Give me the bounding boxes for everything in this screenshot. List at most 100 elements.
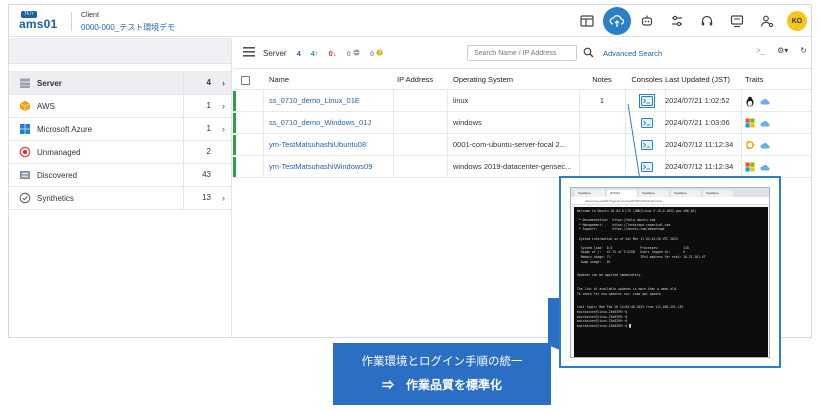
unknown-count-badge[interactable]: 0 ? (370, 49, 383, 58)
select-all-checkbox[interactable] (241, 69, 250, 91)
up-count-badge[interactable]: 4↑ (311, 49, 319, 58)
sidebar-item-server[interactable]: Server 4 › (9, 72, 231, 95)
gear-icon[interactable]: ⚙▾ (777, 46, 788, 55)
traits (745, 134, 805, 156)
server-name-link[interactable]: ss_0710_demo_Windows_01J (269, 112, 395, 134)
browser-tab-strip: Opsflame NTMA1 Opsflame Opsflame Opsflam… (571, 188, 769, 197)
column-header-ip[interactable]: IP Address (397, 69, 445, 91)
browser-tab-active[interactable]: NTMA1 (607, 190, 637, 197)
global-nav: KO (571, 7, 807, 35)
traits (745, 156, 805, 178)
avatar[interactable]: KO (787, 11, 807, 31)
app-logo[interactable]: ｱﾙﾌｧ ams01 (17, 11, 69, 33)
server-name-link[interactable]: ym-TestMatsuhashiWindows09 (269, 156, 395, 178)
client-name[interactable]: 0000-000_テスト環境デモ (81, 22, 175, 33)
toolbar-actions: >_ ⚙▾ ↻ (744, 46, 807, 55)
last-updated: 2024/07/21 1:02:52 (665, 96, 730, 105)
console-icon (641, 140, 653, 151)
sidebar-item-discovered[interactable]: Discovered 43 (9, 164, 231, 187)
traits (745, 90, 805, 112)
status-indicator (233, 135, 236, 155)
console-button[interactable] (626, 112, 668, 134)
table-header: Name IP Address Operating System Notes C… (233, 68, 811, 91)
down-count-badge[interactable]: 0↓ (329, 49, 337, 58)
layout-icon[interactable] (573, 7, 601, 35)
cloud-icon (760, 164, 770, 171)
disabled-icon (353, 49, 360, 55)
server-name-link[interactable]: ym-TestMatsuhashiUbuntu08 (269, 134, 395, 156)
cloud-icon (760, 142, 770, 149)
sidebar-item-count: 43 (183, 164, 213, 186)
toolbar-title: Server (263, 48, 287, 58)
notes-count[interactable] (579, 134, 625, 156)
column-header-notes[interactable]: Notes (579, 69, 625, 91)
console-button[interactable] (626, 90, 668, 112)
sliders-icon[interactable] (663, 7, 691, 35)
browser-tab[interactable]: Opsflame (639, 190, 669, 197)
sidebar-item-unmanaged[interactable]: Unmanaged 2 (9, 141, 231, 164)
terminal-icon[interactable]: >_ (756, 46, 765, 55)
disabled-count-badge[interactable]: 0 (347, 49, 360, 58)
caption-banner: 作業環境とログイン手順の統一 ⇒ 作業品質を標準化 (333, 343, 551, 405)
refresh-icon[interactable]: ↻ (800, 46, 807, 55)
table-row[interactable]: ss_0710_demo_Windows_01J windows 2024/07… (233, 112, 811, 134)
cloud-icon (760, 120, 770, 127)
disabled-count: 0 (346, 48, 351, 58)
console-button[interactable] (626, 134, 668, 156)
unmanaged-icon (19, 146, 31, 158)
cloud-icon (760, 98, 770, 105)
table-row[interactable]: ym-TestMatsuhashiWindows09 windows 2019-… (233, 156, 811, 178)
sidebar-item-microsoft-azure[interactable]: Microsoft Azure 1 › (9, 118, 231, 141)
discovered-icon (19, 169, 31, 181)
console-popup: Opsflame NTMA1 Opsflame Opsflame Opsflam… (559, 176, 781, 368)
ip-address (397, 156, 445, 178)
banner-line-2: ⇒ 作業品質を標準化 (381, 378, 502, 392)
column-header-updated[interactable]: Last Updated (JST) (665, 69, 745, 91)
cloud-upload-icon[interactable] (603, 7, 631, 35)
windows-icon (745, 162, 755, 172)
advanced-search-link[interactable]: Advanced Search (603, 49, 662, 58)
sidebar-item-count: 2 (183, 141, 213, 163)
notes-count[interactable]: 1 (579, 90, 625, 112)
chevron-right-icon[interactable]: › (222, 95, 225, 117)
linux-icon (746, 96, 754, 107)
browser-tab[interactable]: Opsflame (703, 190, 733, 197)
status-indicator (233, 91, 236, 111)
client-label: Client (81, 12, 99, 19)
chevron-right-icon[interactable]: › (222, 118, 225, 140)
search-input[interactable] (467, 45, 577, 61)
browser-tab[interactable]: Opsflame (671, 190, 701, 197)
notes-count[interactable] (579, 112, 625, 134)
total-count-badge[interactable]: 4 (297, 49, 301, 58)
table-row[interactable]: ss_0710_demo_Linux_01E linux 1 2024/07/2… (233, 90, 811, 112)
terminal-output[interactable]: Welcome to Ubuntu 20.04.6 LTS (GNU/Linux… (574, 207, 768, 357)
chevron-right-icon[interactable]: › (222, 187, 225, 209)
notes-count[interactable] (579, 156, 625, 178)
sidebar-item-count: 13 (183, 187, 213, 209)
console-button[interactable] (626, 156, 668, 178)
toolbar: Server 4 4↑ 0↓ 0 0 ? Advanced Search >_ … (233, 38, 811, 68)
sidebar-item-aws[interactable]: AWS 1 › (9, 95, 231, 118)
column-header-os[interactable]: Operating System (453, 69, 579, 91)
unknown-count: 0 (369, 48, 375, 58)
column-header-consoles[interactable]: Consoles (626, 69, 668, 91)
monitor-icon[interactable] (723, 7, 751, 35)
robot-icon[interactable] (633, 7, 661, 35)
server-name-link[interactable]: ss_0710_demo_Linux_01E (269, 90, 395, 112)
sidebar-item-synthetics[interactable]: Synthetics 13 › (9, 187, 231, 210)
search-icon[interactable] (583, 47, 594, 60)
table-row[interactable]: ym-TestMatsuhashiUbuntu08 0001-com-ubunt… (233, 134, 811, 156)
last-updated: 2024/07/21 1:03:06 (665, 118, 730, 127)
address-bar[interactable]: https://ocg-web01/?ggook.cloud.jp/#/VM/N… (571, 197, 769, 205)
check-circle-icon (19, 192, 31, 204)
column-header-traits[interactable]: Traits (745, 69, 805, 91)
browser-tab[interactable]: Opsflame (575, 190, 605, 197)
os-name: windows (453, 118, 482, 127)
headset-icon[interactable] (693, 7, 721, 35)
user-settings-icon[interactable] (753, 7, 781, 35)
banner-line-1: 作業環境とログイン手順の統一 (361, 356, 523, 368)
column-header-name[interactable]: Name (269, 69, 395, 91)
menu-icon[interactable] (243, 47, 255, 59)
unknown-icon: ? (376, 49, 383, 56)
chevron-right-icon[interactable]: › (222, 72, 225, 94)
